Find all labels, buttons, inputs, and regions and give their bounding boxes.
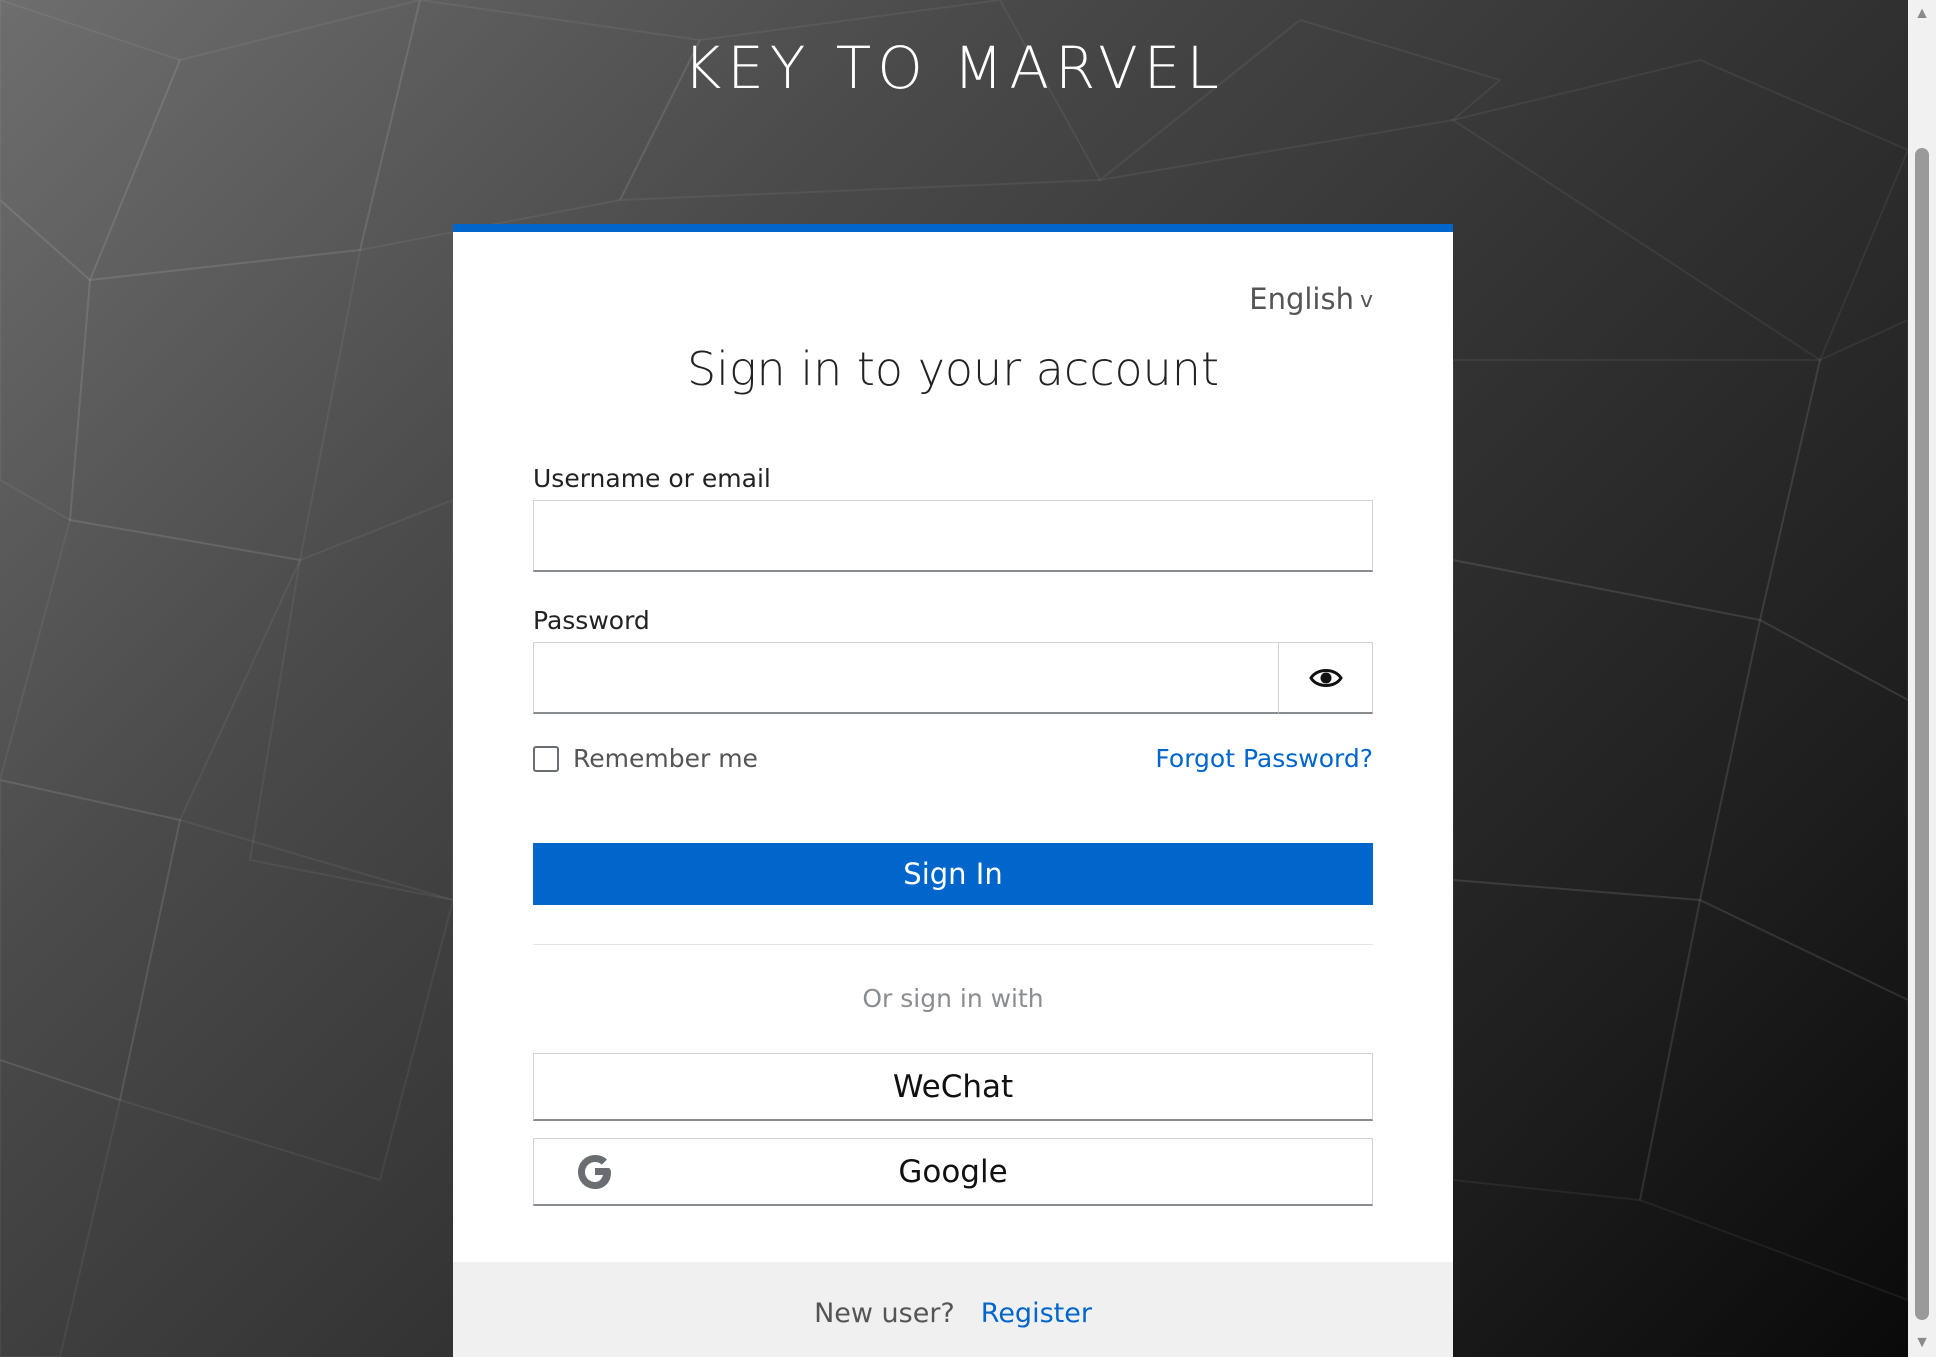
- vertical-scrollbar[interactable]: ▲ ▼: [1908, 0, 1936, 1357]
- register-link[interactable]: Register: [981, 1298, 1092, 1329]
- or-sign-in-with-label: Or sign in with: [862, 984, 1044, 1013]
- show-password-button[interactable]: [1278, 642, 1373, 714]
- password-label: Password: [533, 606, 650, 635]
- new-user-label: New user?: [814, 1298, 955, 1329]
- forgot-password-link[interactable]: Forgot Password?: [1155, 744, 1373, 773]
- remember-me[interactable]: Remember me: [533, 744, 758, 773]
- wechat-button-label: WeChat: [892, 1068, 1014, 1105]
- scrollbar-thumb[interactable]: [1915, 148, 1929, 1320]
- brand-title: KEY TO MARVEL: [683, 34, 1225, 102]
- username-input[interactable]: [533, 500, 1373, 572]
- chevron-down-icon: v: [1359, 288, 1373, 313]
- card-footer: New user? Register: [453, 1262, 1453, 1357]
- language-label: English: [1249, 282, 1354, 316]
- divider: [533, 944, 1373, 945]
- remember-me-checkbox[interactable]: [533, 745, 559, 772]
- scroll-up-icon[interactable]: ▲: [1908, 2, 1936, 26]
- page-title: Sign in to your account: [686, 342, 1220, 396]
- scroll-down-icon[interactable]: ▼: [1908, 1331, 1936, 1355]
- google-icon: [578, 1155, 611, 1189]
- sign-in-button[interactable]: Sign In: [533, 843, 1373, 905]
- eye-icon: [1308, 668, 1343, 687]
- wechat-sign-in-button[interactable]: WeChat: [533, 1053, 1373, 1121]
- username-label: Username or email: [533, 464, 771, 493]
- login-card: English v Sign in to your account Usernam…: [453, 224, 1453, 1357]
- password-input[interactable]: [533, 642, 1279, 714]
- google-button-label: Google: [898, 1153, 1008, 1190]
- google-sign-in-button[interactable]: Google: [533, 1138, 1373, 1206]
- remember-me-label: Remember me: [573, 744, 758, 773]
- language-selector[interactable]: English v: [1249, 282, 1373, 316]
